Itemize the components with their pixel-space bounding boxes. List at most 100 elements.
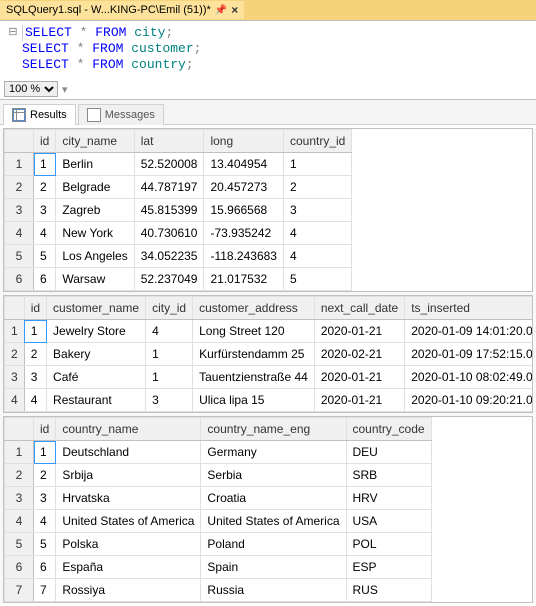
cell[interactable]: 44.787197: [134, 176, 204, 199]
column-header[interactable]: id: [34, 418, 56, 441]
data-table[interactable]: idcity_namelatlongcountry_id11Berlin52.5…: [4, 129, 352, 291]
cell[interactable]: 2020-01-10 08:02:49.000: [405, 366, 533, 389]
cell[interactable]: 15.966568: [204, 199, 284, 222]
cell[interactable]: Russia: [201, 579, 346, 602]
row-number[interactable]: 5: [5, 245, 34, 268]
table-row[interactable]: 11DeutschlandGermanyDEU: [5, 441, 432, 464]
cell[interactable]: SRB: [346, 464, 431, 487]
column-header[interactable]: lat: [134, 130, 204, 153]
tab-results[interactable]: Results: [3, 104, 76, 125]
cell[interactable]: 3: [283, 199, 351, 222]
row-number[interactable]: 1: [5, 153, 34, 176]
cell[interactable]: 34.052235: [134, 245, 204, 268]
cell[interactable]: Warsaw: [56, 268, 134, 291]
column-header[interactable]: country_code: [346, 418, 431, 441]
cell[interactable]: 2020-01-09 14:01:20.000: [405, 320, 533, 343]
cell[interactable]: Serbia: [201, 464, 346, 487]
cell[interactable]: 4: [24, 389, 46, 412]
data-table[interactable]: idcustomer_namecity_idcustomer_addressne…: [4, 296, 533, 412]
cell[interactable]: Polska: [56, 533, 201, 556]
table-row[interactable]: 11Berlin52.52000813.4049541: [5, 153, 352, 176]
cell[interactable]: Long Street 120: [193, 320, 315, 343]
row-number[interactable]: 4: [5, 389, 25, 412]
cell[interactable]: 6: [34, 556, 56, 579]
editor-line[interactable]: SELECT * FROM country;: [4, 57, 532, 73]
cell[interactable]: United States of America: [56, 510, 201, 533]
cell[interactable]: 21.017532: [204, 268, 284, 291]
cell[interactable]: 1: [34, 153, 56, 176]
cell[interactable]: POL: [346, 533, 431, 556]
cell[interactable]: 5: [283, 268, 351, 291]
table-row[interactable]: 22Belgrade44.78719720.4572732: [5, 176, 352, 199]
cell[interactable]: 7: [34, 579, 56, 602]
zoom-select[interactable]: 100 %: [4, 81, 58, 97]
cell[interactable]: 1: [24, 320, 46, 343]
cell[interactable]: 20.457273: [204, 176, 284, 199]
cell[interactable]: 2020-01-21: [314, 389, 404, 412]
table-row[interactable]: 33HrvatskaCroatiaHRV: [5, 487, 432, 510]
cell[interactable]: 2: [283, 176, 351, 199]
table-row[interactable]: 11Jewelry Store4Long Street 1202020-01-2…: [5, 320, 534, 343]
column-header[interactable]: next_call_date: [314, 297, 404, 320]
cell[interactable]: Croatia: [201, 487, 346, 510]
table-row[interactable]: 44Restaurant3Ulica lipa 152020-01-212020…: [5, 389, 534, 412]
cell[interactable]: 5: [34, 533, 56, 556]
row-number[interactable]: 4: [5, 510, 34, 533]
cell[interactable]: Deutschland: [56, 441, 201, 464]
cell[interactable]: Los Angeles: [56, 245, 134, 268]
cell[interactable]: 2: [34, 176, 56, 199]
column-header[interactable]: city_name: [56, 130, 134, 153]
table-row[interactable]: 22Bakery1Kurfürstendamm 252020-02-212020…: [5, 343, 534, 366]
cell[interactable]: -118.243683: [204, 245, 284, 268]
cell[interactable]: ESP: [346, 556, 431, 579]
data-table[interactable]: idcountry_namecountry_name_engcountry_co…: [4, 417, 432, 602]
row-number[interactable]: 1: [5, 441, 34, 464]
table-row[interactable]: 55PolskaPolandPOL: [5, 533, 432, 556]
row-number[interactable]: 2: [5, 464, 34, 487]
cell[interactable]: Tauentzienstraße 44: [193, 366, 315, 389]
column-header[interactable]: id: [24, 297, 46, 320]
row-number[interactable]: 5: [5, 533, 34, 556]
cell[interactable]: HRV: [346, 487, 431, 510]
column-header[interactable]: customer_name: [47, 297, 146, 320]
editor-line[interactable]: ⊟SELECT * FROM city;: [4, 25, 532, 41]
cell[interactable]: 1: [146, 343, 193, 366]
column-header[interactable]: customer_address: [193, 297, 315, 320]
cell[interactable]: 2020-01-21: [314, 320, 404, 343]
cell[interactable]: 6: [34, 268, 56, 291]
row-number[interactable]: 1: [5, 320, 25, 343]
column-header[interactable]: city_id: [146, 297, 193, 320]
table-row[interactable]: 44United States of AmericaUnited States …: [5, 510, 432, 533]
cell[interactable]: 4: [34, 222, 56, 245]
editor-line[interactable]: SELECT * FROM customer;: [4, 41, 532, 57]
cell[interactable]: 40.730610: [134, 222, 204, 245]
table-row[interactable]: 66Warsaw52.23704921.0175325: [5, 268, 352, 291]
table-row[interactable]: 77RossiyaRussiaRUS: [5, 579, 432, 602]
cell[interactable]: Ulica lipa 15: [193, 389, 315, 412]
row-number[interactable]: 2: [5, 343, 25, 366]
row-number[interactable]: 6: [5, 268, 34, 291]
cell[interactable]: Restaurant: [47, 389, 146, 412]
cell[interactable]: 4: [283, 222, 351, 245]
cell[interactable]: 52.237049: [134, 268, 204, 291]
cell[interactable]: Germany: [201, 441, 346, 464]
cell[interactable]: 4: [146, 320, 193, 343]
cell[interactable]: 2: [24, 343, 46, 366]
document-tab[interactable]: SQLQuery1.sql - W...KING-PC\Emil (51))* …: [0, 1, 244, 19]
cell[interactable]: 3: [24, 366, 46, 389]
cell[interactable]: -73.935242: [204, 222, 284, 245]
table-row[interactable]: 33Café1Tauentzienstraße 442020-01-212020…: [5, 366, 534, 389]
cell[interactable]: 2020-01-21: [314, 366, 404, 389]
cell[interactable]: 1: [283, 153, 351, 176]
cell[interactable]: 2020-02-21: [314, 343, 404, 366]
cell[interactable]: New York: [56, 222, 134, 245]
pin-icon[interactable]: 📌: [215, 5, 227, 16]
table-row[interactable]: 33Zagreb45.81539915.9665683: [5, 199, 352, 222]
row-number[interactable]: 7: [5, 579, 34, 602]
cell[interactable]: Hrvatska: [56, 487, 201, 510]
cell[interactable]: Kurfürstendamm 25: [193, 343, 315, 366]
cell[interactable]: 2020-01-10 09:20:21.000: [405, 389, 533, 412]
column-header[interactable]: id: [34, 130, 56, 153]
cell[interactable]: RUS: [346, 579, 431, 602]
table-row[interactable]: 66EspañaSpainESP: [5, 556, 432, 579]
